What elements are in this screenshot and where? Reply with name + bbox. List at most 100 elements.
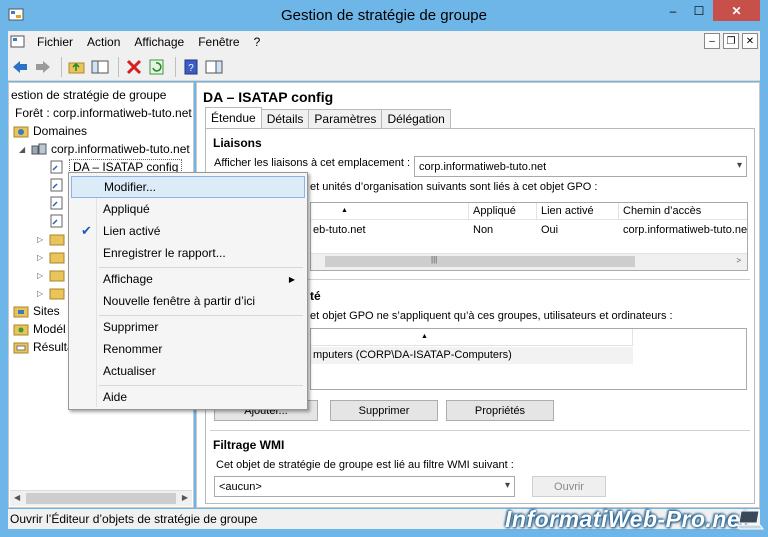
menu-item-link-enabled[interactable]: ✔ Lien activé <box>71 220 305 242</box>
tree-ou-4[interactable]: ▷ <box>37 284 69 302</box>
tree-modeling[interactable]: Modél <box>13 320 66 338</box>
remove-filter-button[interactable]: Supprimer <box>330 400 438 421</box>
menu-item-delete[interactable]: Supprimer <box>71 316 305 338</box>
tree-domain[interactable]: ◢ corp.informatiweb-tuto.net <box>19 140 190 158</box>
links-horizontal-scrollbar[interactable]: ||| > <box>311 253 747 270</box>
mdi-close-button[interactable]: ✕ <box>742 33 758 49</box>
expand-arrow-icon[interactable]: ▷ <box>37 235 45 244</box>
links-heading: Liaisons <box>213 136 262 150</box>
folder-up-icon <box>68 62 85 73</box>
tree-forest-label: Forêt : corp.informatiweb-tuto.net <box>15 106 192 120</box>
back-button[interactable] <box>10 57 30 77</box>
ou-folder-icon <box>49 252 65 264</box>
menu-file[interactable]: Fichier <box>30 35 80 49</box>
show-hide-tree-button[interactable] <box>90 57 110 77</box>
menu-item-enforced[interactable]: Appliqué <box>71 198 305 220</box>
expand-arrow-icon[interactable]: ▷ <box>37 253 45 262</box>
menu-window[interactable]: Fenêtre <box>191 35 246 49</box>
links-description: et unités d’organisation suivants sont l… <box>310 181 598 193</box>
tree-ou-1[interactable]: ▷ <box>37 230 69 248</box>
tree-domains[interactable]: Domaines <box>13 122 87 140</box>
window-title: Gestion de stratégie de groupe <box>281 7 487 24</box>
tree-gpo-link-2[interactable] <box>49 176 69 194</box>
tree-sites[interactable]: Sites <box>13 302 60 320</box>
up-folder-button[interactable] <box>67 57 87 77</box>
tab-settings[interactable]: Paramètres <box>308 109 383 128</box>
menu-item-save-report[interactable]: Enregistrer le rapport... <box>71 242 305 264</box>
expand-arrow-icon[interactable]: ▷ <box>37 289 45 298</box>
sites-icon <box>13 306 29 318</box>
toolbar-separator <box>118 56 119 77</box>
mdi-minimize-button[interactable]: – <box>704 33 720 49</box>
menu-item-edit[interactable]: Modifier... <box>71 176 305 198</box>
chevron-down-icon: ▾ <box>504 480 510 491</box>
row-enforced: Non <box>473 224 494 236</box>
console-icon[interactable] <box>10 34 26 50</box>
wmi-filter-combo[interactable]: <aucun> ▾ <box>214 476 515 497</box>
tree-gpo-link-4[interactable] <box>49 212 69 230</box>
scroll-thumb[interactable] <box>26 493 176 504</box>
col-location[interactable]: ▲ <box>311 203 469 220</box>
action-pane-icon <box>205 60 223 73</box>
wmi-open-button[interactable]: Ouvrir <box>532 476 606 497</box>
links-location-label: Afficher les liaisons à cet emplacement … <box>214 157 411 169</box>
ou-folder-icon <box>49 270 65 282</box>
menu-help[interactable]: ? <box>247 35 268 49</box>
col-enforced[interactable]: Appliqué <box>469 203 537 220</box>
menu-item-refresh[interactable]: Actualiser <box>71 360 305 382</box>
wmi-filter-value: <aucun> <box>219 480 262 493</box>
col-name[interactable]: ▲ <box>311 329 633 346</box>
menu-action[interactable]: Action <box>80 35 127 49</box>
tree-forest[interactable]: Forêt : corp.informatiweb-tuto.net <box>15 104 192 122</box>
sort-asc-icon: ▲ <box>421 333 428 340</box>
menu-item-help[interactable]: Aide <box>71 386 305 408</box>
mdi-controls: – ❐ ✕ <box>704 33 758 49</box>
collapse-arrow-icon[interactable]: ◢ <box>19 145 27 154</box>
refresh-button[interactable] <box>147 57 167 77</box>
gpo-link-icon <box>50 196 63 210</box>
col-path[interactable]: Chemin d’accès <box>619 203 747 220</box>
tab-scope[interactable]: Étendue <box>205 107 262 128</box>
close-button[interactable]: ✕ <box>713 0 760 21</box>
ou-folder-icon <box>49 234 65 246</box>
mdi-restore-button[interactable]: ❐ <box>723 33 739 49</box>
watermark-logo: InformatiWeb-Pro.net <box>505 506 749 532</box>
chevron-down-icon: ▾ <box>736 160 742 171</box>
tree-ou-3[interactable]: ▷ <box>37 266 69 284</box>
tree-results[interactable]: Résulta <box>13 338 74 356</box>
filter-properties-button[interactable]: Propriétés <box>446 400 554 421</box>
help-button[interactable]: ? <box>181 57 201 77</box>
scroll-right-icon[interactable]: > <box>736 256 741 265</box>
tree-root[interactable]: estion de stratégie de groupe <box>11 86 166 104</box>
tab-delegation[interactable]: Délégation <box>381 109 451 128</box>
menu-item-view[interactable]: Affichage ▶ <box>71 268 305 290</box>
gpo-link-icon <box>50 214 63 228</box>
links-location-combo[interactable]: corp.informatiweb-tuto.net ▾ <box>414 156 747 177</box>
svg-text:?: ? <box>188 63 194 74</box>
security-filter-row[interactable]: mputers (CORP\DA-ISATAP-Computers) <box>311 347 633 364</box>
menu-view[interactable]: Affichage <box>127 35 191 49</box>
security-filter-grid[interactable]: ▲ mputers (CORP\DA-ISATAP-Computers) <box>310 328 747 390</box>
tab-details[interactable]: Détails <box>260 109 310 128</box>
domains-folder-icon <box>13 126 29 138</box>
tree-ou-2[interactable]: ▷ <box>37 248 69 266</box>
console-tree-icon <box>91 60 109 73</box>
show-action-pane-button[interactable] <box>204 57 224 77</box>
delete-button[interactable] <box>124 57 144 77</box>
maximize-button[interactable]: ☐ <box>686 0 712 21</box>
menu-item-new-window[interactable]: Nouvelle fenêtre à partir d’ici <box>71 290 305 312</box>
gpo-title: DA – ISATAP config <box>203 89 334 105</box>
scroll-right-icon[interactable]: ▶ <box>182 493 188 502</box>
title-bar: Gestion de stratégie de groupe – ☐ ✕ <box>0 0 768 31</box>
col-link-enabled[interactable]: Lien activé <box>537 203 619 220</box>
scroll-thumb[interactable] <box>325 256 635 267</box>
tree-gpo-link-3[interactable] <box>49 194 69 212</box>
expand-arrow-icon[interactable]: ▷ <box>37 271 45 280</box>
tree-horizontal-scrollbar[interactable]: ◀ ▶ <box>10 490 192 506</box>
scroll-left-icon[interactable]: ◀ <box>14 493 20 502</box>
wmi-heading: Filtrage WMI <box>213 438 285 452</box>
links-grid[interactable]: ▲ Appliqué Lien activé Chemin d’accès eb… <box>310 202 748 271</box>
menu-item-rename[interactable]: Renommer <box>71 338 305 360</box>
minimize-button[interactable]: – <box>660 0 686 21</box>
forward-button[interactable] <box>33 57 53 77</box>
